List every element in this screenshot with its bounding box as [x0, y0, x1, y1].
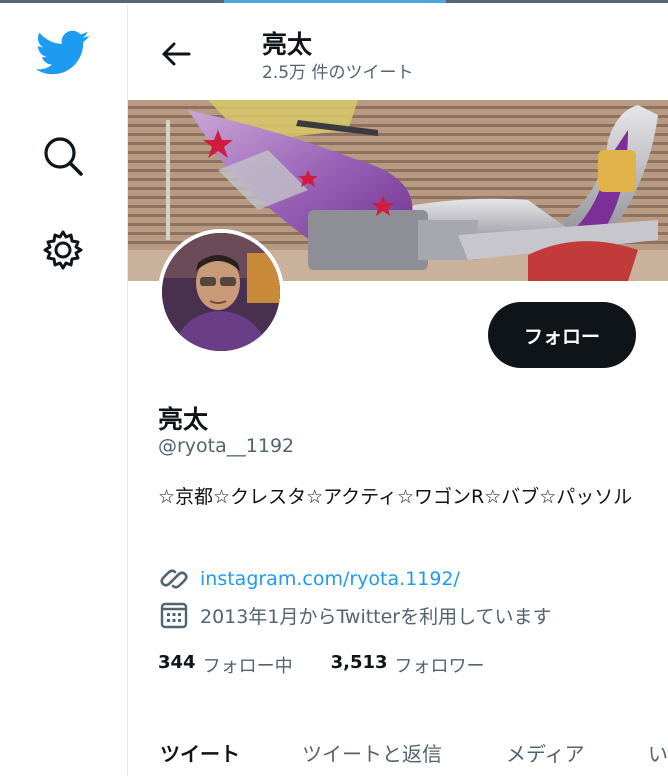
header-title: 亮太: [262, 30, 313, 59]
profile-tabs: ツイート ツイートと返信 メディア い: [128, 726, 668, 776]
profile-header: 亮太 2.5万 件のツイート: [128, 3, 668, 100]
profile-bio: ☆京都☆クレスタ☆アクティ☆ワゴンR☆バブ☆パッソル: [158, 486, 633, 508]
search-icon[interactable]: [40, 133, 86, 179]
followers-link[interactable]: 3,513 フォロワー: [331, 652, 485, 678]
gear-icon[interactable]: [40, 227, 86, 273]
twitter-bird-icon[interactable]: [35, 28, 91, 78]
profile-link-row: instagram.com/ryota.1192/: [158, 563, 460, 595]
following-link[interactable]: 344 フォロー中: [158, 652, 293, 678]
sidebar-nav: [0, 3, 128, 776]
profile-avatar[interactable]: [158, 229, 284, 355]
follow-stats: 344 フォロー中 3,513 フォロワー: [158, 652, 485, 678]
calendar-icon: [158, 599, 190, 631]
tweet-count: 2.5万 件のツイート: [262, 63, 414, 83]
profile-name: 亮太: [158, 405, 209, 434]
link-icon: [158, 563, 190, 595]
tab-tweets-replies[interactable]: ツイートと返信: [302, 738, 442, 767]
followers-count: 3,513: [330, 652, 388, 673]
back-arrow-icon[interactable]: [158, 36, 194, 72]
follow-button[interactable]: フォロー: [488, 302, 636, 368]
tab-tweets[interactable]: ツイート: [160, 738, 240, 767]
profile-link[interactable]: instagram.com/ryota.1192/: [200, 568, 460, 590]
profile-handle: @ryota__1192: [158, 435, 295, 457]
profile-main: 亮太 2.5万 件のツイート フォロー 亮太 @ryota__1192 ☆京都☆…: [128, 3, 668, 776]
tab-media[interactable]: メディア: [506, 738, 585, 767]
profile-joined: 2013年1月からTwitterを利用しています: [200, 605, 552, 628]
following-count: 344: [158, 652, 196, 673]
followers-label: フォロワー: [394, 656, 485, 677]
tab-likes[interactable]: い: [648, 738, 668, 767]
profile-joined-row: 2013年1月からTwitterを利用しています: [158, 599, 552, 631]
following-label: フォロー中: [202, 656, 293, 677]
